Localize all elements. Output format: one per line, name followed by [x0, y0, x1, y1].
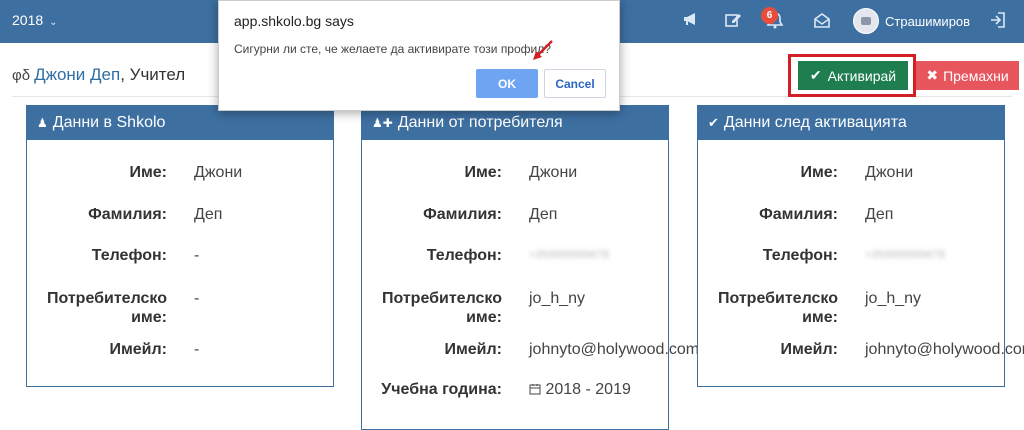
label-email: Имейл: — [444, 341, 502, 358]
value-last-name: Деп — [865, 206, 894, 223]
label-email: Имейл: — [780, 341, 838, 358]
value-username: jo_h_ny — [529, 290, 586, 307]
logout-icon[interactable] — [987, 11, 1009, 33]
card-after-activation: ✔ Данни след активацията Име: Джони Фами… — [697, 105, 1024, 387]
dialog-message: Сигурни ли сте, че желаете да активирате… — [234, 42, 551, 56]
value-first-name: Джони — [194, 164, 243, 181]
calendar-icon — [529, 381, 545, 398]
label-phone: Телефон: — [91, 247, 167, 264]
value-first-name: Джони — [529, 164, 578, 181]
label-first-name: Име: — [129, 164, 167, 181]
label-first-name: Име: — [800, 164, 838, 181]
label-last-name: Фамилия: — [759, 206, 838, 223]
page-title: φδ Джони Деп, Учител — [12, 65, 185, 85]
chevron-down-icon: ⌄ — [49, 17, 58, 28]
value-phone-blurred: +359999999678 — [865, 249, 945, 261]
red-arrow-icon — [533, 40, 553, 60]
edit-icon[interactable] — [722, 11, 744, 33]
card-user-data: ♟✚ Данни от потребителя Име: Джони Фамил… — [361, 105, 699, 430]
label-first-name: Име: — [464, 164, 502, 181]
dialog-title: app.shkolo.bg says — [234, 13, 354, 29]
card-header: ♟ Данни в Shkolo — [27, 106, 333, 140]
role-text: , Учител — [120, 65, 186, 84]
teacher-name-link[interactable]: Джони Деп — [34, 65, 120, 84]
highlight-annotation — [788, 54, 916, 97]
value-phone: - — [194, 247, 200, 264]
close-icon: ✖ — [926, 67, 939, 83]
label-username: Потребителско име: — [46, 290, 167, 326]
remove-button[interactable]: ✖ Премахни — [916, 61, 1019, 90]
value-phone-blurred: +359999999678 — [529, 249, 609, 261]
user-edit-icon: ♟✚ — [372, 116, 393, 130]
mail-icon[interactable] — [811, 11, 833, 33]
avatar[interactable] — [853, 8, 879, 34]
card-title: Данни от потребителя — [397, 114, 563, 131]
card-title: Данни в Shkolo — [52, 114, 166, 131]
value-last-name: Деп — [529, 206, 558, 223]
label-last-name: Фамилия: — [88, 206, 167, 223]
card-header: ♟✚ Данни от потребителя — [362, 106, 668, 140]
confirm-dialog: app.shkolo.bg says Сигурни ли сте, че же… — [218, 0, 620, 111]
value-last-name: Деп — [194, 206, 223, 223]
card-header: ✔ Данни след активацията — [698, 106, 1004, 140]
remove-label: Премахни — [943, 67, 1009, 84]
year-label: 2018 — [12, 12, 44, 28]
label-username: Потребителско име: — [381, 290, 502, 326]
label-email: Имейл: — [109, 341, 167, 358]
value-first-name: Джони — [865, 164, 914, 181]
ok-button[interactable]: OK — [476, 69, 538, 98]
label-last-name: Фамилия: — [423, 206, 502, 223]
card-title: Данни след активацията — [723, 114, 907, 131]
card-shkolo-data: ♟ Данни в Shkolo Име: Джони Фамилия: Деп… — [26, 105, 334, 387]
username[interactable]: Страшимиров — [885, 14, 970, 29]
user-icon: ♟ — [37, 116, 48, 130]
value-email: johnyto@holywood.com — [529, 341, 700, 358]
check-icon: ✔ — [708, 115, 719, 130]
school-year-text: 2018 - 2019 — [545, 381, 631, 398]
notification-badge: 6 — [761, 7, 778, 24]
value-school-year: 2018 - 2019 — [529, 380, 631, 399]
value-email: - — [194, 341, 200, 358]
value-username: jo_h_ny — [865, 290, 922, 307]
value-email: johnyto@holywood.com — [865, 341, 1024, 358]
label-username: Потребителско име: — [717, 290, 838, 326]
label-school-year: Учебна година: — [381, 381, 502, 398]
label-phone: Телефон: — [426, 247, 502, 264]
label-phone: Телефон: — [762, 247, 838, 264]
year-selector[interactable]: 2018 ⌄ — [12, 12, 58, 28]
cancel-button[interactable]: Cancel — [544, 69, 606, 98]
megaphone-icon[interactable] — [680, 11, 702, 33]
value-username: - — [194, 290, 200, 307]
glasses-icon: φδ — [12, 67, 31, 84]
